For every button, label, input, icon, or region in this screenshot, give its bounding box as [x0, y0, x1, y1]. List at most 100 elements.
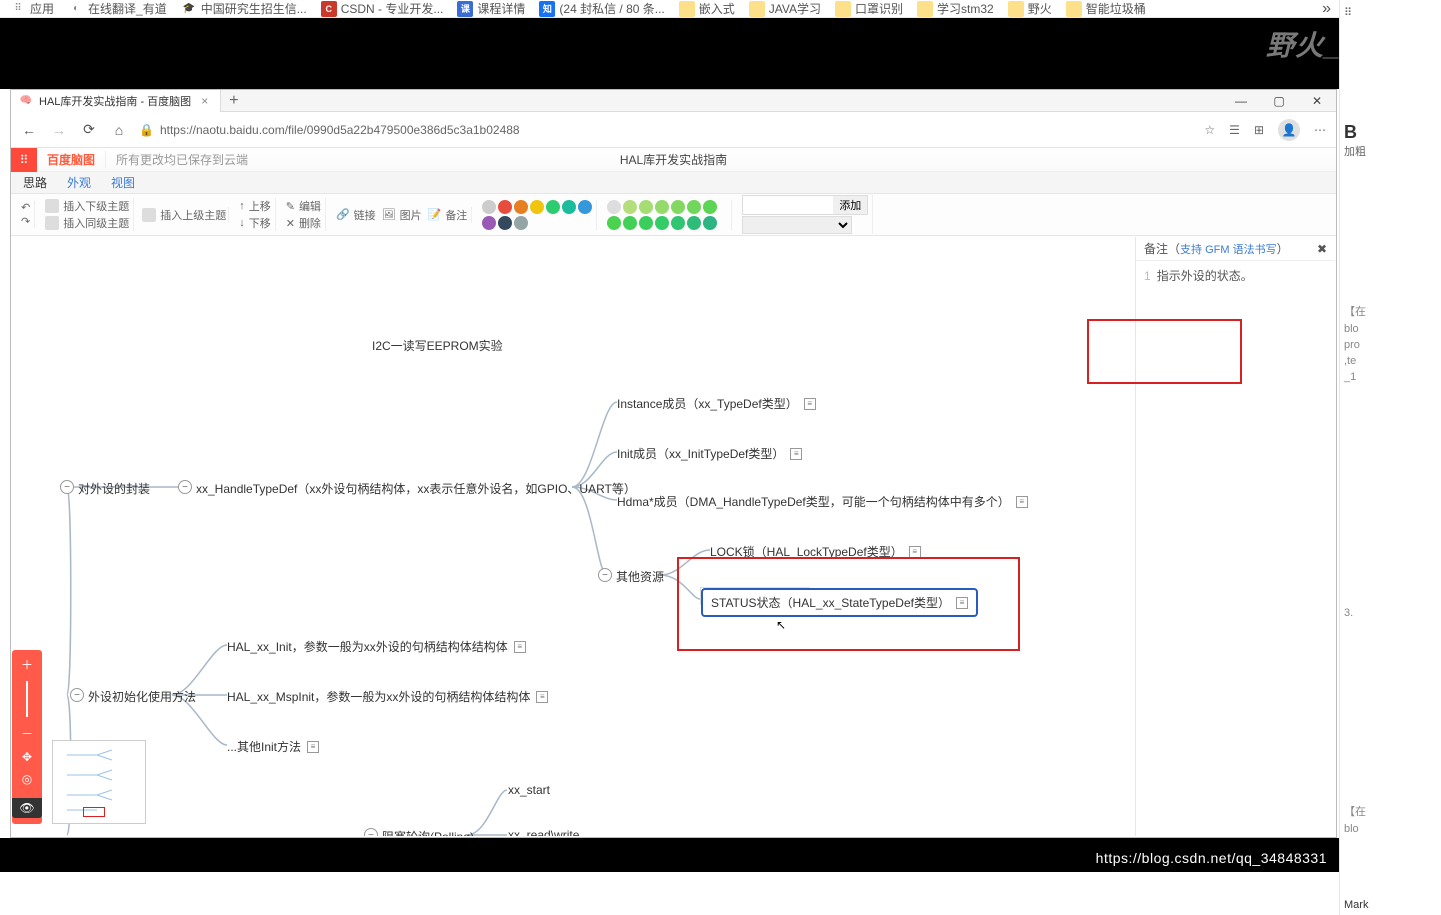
priority-palette[interactable]: [478, 200, 597, 230]
bookmarks-overflow[interactable]: »: [1322, 0, 1331, 18]
tab-close-button[interactable]: ×: [197, 94, 212, 108]
progress-dot[interactable]: [607, 200, 621, 214]
progress-palette[interactable]: [603, 200, 732, 230]
bm-folder-java[interactable]: JAVA学习: [749, 0, 821, 17]
progress-dot[interactable]: [639, 200, 653, 214]
progress-dot[interactable]: [639, 216, 653, 230]
node-handle-typedef[interactable]: xx_HandleTypeDef（xx外设句柄结构体，xx表示任意外设名，如GP…: [196, 480, 636, 497]
priority-dot[interactable]: [578, 200, 592, 214]
mindmap-canvas[interactable]: I2C一读写EEPROM实验 − 对外设的封装 − xx_HandleTypeD…: [12, 237, 1335, 836]
pan-button[interactable]: ✥: [22, 750, 32, 764]
resource-select[interactable]: [742, 216, 852, 234]
window-maximize[interactable]: ▢: [1260, 90, 1298, 112]
note-button[interactable]: 📝备注: [428, 207, 468, 223]
notes-editor[interactable]: 1指示外设的状态。: [1136, 261, 1335, 290]
link-button[interactable]: 🔗链接: [336, 207, 376, 223]
node-wrapper[interactable]: 对外设的封装: [78, 480, 150, 497]
node-xxrw[interactable]: xx_read\write: [508, 828, 579, 836]
edit-button[interactable]: ✎ 编辑: [286, 198, 321, 214]
window-minimize[interactable]: —: [1222, 90, 1260, 112]
notes-close-button[interactable]: ✖: [1317, 242, 1327, 256]
priority-dot[interactable]: [530, 200, 544, 214]
nav-forward[interactable]: →: [49, 122, 69, 138]
collections-button[interactable]: ⊞: [1254, 123, 1264, 137]
ribbon-tab-view[interactable]: 视图: [111, 174, 135, 191]
progress-dot[interactable]: [703, 216, 717, 230]
collapse-toggle[interactable]: −: [70, 688, 84, 702]
node-other-res[interactable]: 其他资源: [616, 568, 664, 585]
bm-yz[interactable]: 🎓中国研究生招生信...: [181, 0, 307, 17]
insert-child-button[interactable]: 插入下级主题: [45, 198, 129, 214]
bm-folder-fire[interactable]: 野火: [1008, 0, 1052, 17]
minimap[interactable]: [52, 740, 146, 824]
collapse-toggle[interactable]: −: [60, 480, 74, 494]
insert-sibling-button[interactable]: 插入上级主题: [142, 207, 226, 223]
node-halxxinit[interactable]: HAL_xx_Init，参数一般为xx外设的句柄结构体结构体 ≡: [227, 638, 526, 655]
progress-dot[interactable]: [623, 200, 637, 214]
collapse-toggle[interactable]: −: [178, 480, 192, 494]
favorites-list-button[interactable]: ☰: [1229, 123, 1240, 137]
node-halmspinit[interactable]: HAL_xx_MspInit，参数一般为xx外设的句柄结构体结构体 ≡: [227, 688, 548, 705]
nav-home[interactable]: ⌂: [109, 122, 129, 138]
zoom-out[interactable]: －: [21, 725, 33, 742]
progress-dot[interactable]: [687, 216, 701, 230]
resource-search-input[interactable]: [743, 197, 833, 213]
favorite-button[interactable]: ☆: [1204, 123, 1215, 137]
naotu-apps-button[interactable]: ⠿: [11, 148, 37, 172]
priority-dot[interactable]: [514, 200, 528, 214]
move-up-button[interactable]: ↑ 上移: [239, 198, 271, 214]
node-init-method[interactable]: 外设初始化使用方法: [88, 688, 196, 705]
bm-zhihu[interactable]: 知(24 封私信 / 80 条...: [539, 0, 664, 17]
priority-dot[interactable]: [498, 200, 512, 214]
profile-avatar[interactable]: 👤: [1278, 119, 1300, 141]
notes-gfm-link[interactable]: 支持 GFM 语法书写: [1180, 244, 1277, 256]
priority-dot[interactable]: [498, 216, 512, 230]
progress-dot[interactable]: [607, 216, 621, 230]
collapse-toggle[interactable]: −: [598, 568, 612, 582]
node-instance[interactable]: Instance成员（xx_TypeDef类型） ≡: [617, 395, 816, 412]
delete-button[interactable]: ✕ 删除: [286, 215, 321, 231]
node-polling[interactable]: 阻塞轮询(Polling): [382, 828, 474, 836]
insert-same-button[interactable]: 插入同级主题: [45, 215, 129, 231]
priority-dot[interactable]: [546, 200, 560, 214]
new-tab-button[interactable]: +: [221, 92, 246, 110]
bm-apps[interactable]: ⠿应用: [10, 0, 54, 17]
progress-dot[interactable]: [655, 216, 669, 230]
bm-folder-embedded[interactable]: 嵌入式: [679, 0, 735, 17]
bm-csdn[interactable]: CCSDN - 专业开发...: [321, 0, 444, 17]
bm-folder-trash[interactable]: 智能垃圾桶: [1066, 0, 1146, 17]
url-field[interactable]: 🔒 https://naotu.baidu.com/file/0990d5a22…: [139, 123, 1194, 137]
move-down-button[interactable]: ↓ 下移: [239, 215, 271, 231]
node-hdma[interactable]: Hdma*成员（DMA_HandleTypeDef类型，可能一个句柄结构体中有多…: [617, 493, 1028, 510]
priority-dot[interactable]: [514, 216, 528, 230]
priority-dot[interactable]: [482, 200, 496, 214]
locate-button[interactable]: ◎: [22, 772, 32, 786]
browser-tab-active[interactable]: 🧠 HAL库开发实战指南 - 百度脑图 ×: [11, 90, 221, 112]
node-xxstart[interactable]: xx_start: [508, 783, 550, 797]
progress-dot[interactable]: [655, 200, 669, 214]
ribbon-tab-appearance[interactable]: 外观: [67, 174, 91, 191]
undo-button[interactable]: ↶: [21, 201, 30, 214]
progress-dot[interactable]: [687, 200, 701, 214]
settings-button[interactable]: ⋯: [1314, 123, 1326, 137]
priority-dot[interactable]: [482, 216, 496, 230]
bm-folder-mask[interactable]: 口罩识别: [835, 0, 903, 17]
nav-refresh[interactable]: ⟳: [79, 121, 99, 138]
progress-dot[interactable]: [671, 200, 685, 214]
node-init[interactable]: Init成员（xx_InitTypeDef类型） ≡: [617, 445, 802, 462]
resource-add-button[interactable]: 添加: [833, 196, 867, 214]
redo-button[interactable]: ↷: [21, 215, 30, 228]
zoom-track[interactable]: [26, 681, 28, 717]
minimap-toggle[interactable]: 👁: [12, 798, 42, 818]
bm-youdao[interactable]: ◐在线翻译_有道: [68, 0, 167, 17]
progress-dot[interactable]: [623, 216, 637, 230]
progress-dot[interactable]: [703, 200, 717, 214]
node-root-title[interactable]: I2C一读写EEPROM实验: [372, 337, 503, 354]
zoom-in[interactable]: ＋: [21, 656, 33, 673]
ribbon-tab-idea[interactable]: 思路: [23, 174, 47, 191]
bm-folder-stm32[interactable]: 学习stm32: [917, 0, 994, 17]
priority-dot[interactable]: [562, 200, 576, 214]
bold-button[interactable]: B: [1344, 122, 1437, 143]
naotu-brand[interactable]: 百度脑图: [37, 151, 105, 168]
progress-dot[interactable]: [671, 216, 685, 230]
